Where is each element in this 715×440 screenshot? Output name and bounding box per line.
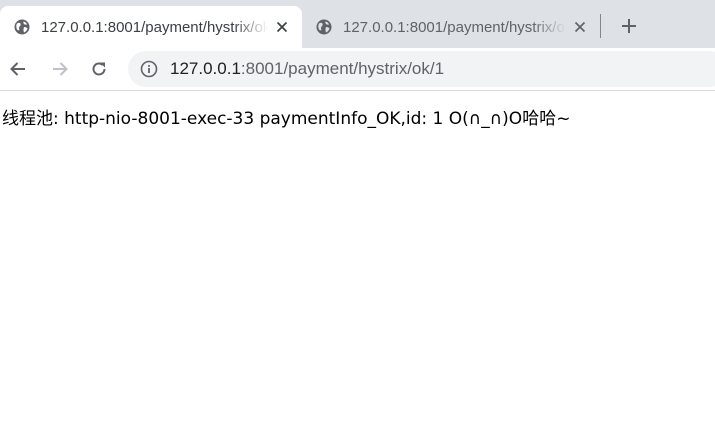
tab-separator	[600, 14, 601, 38]
arrow-left-icon	[10, 62, 25, 76]
tab-title: 127.0.0.1:8001/payment/hystrix/ok/1	[41, 18, 268, 36]
info-icon[interactable]	[140, 60, 158, 78]
reload-button[interactable]	[85, 55, 113, 83]
tab-strip: 127.0.0.1:8001/payment/hystrix/ok/1 127.…	[0, 0, 715, 48]
reload-icon	[92, 62, 106, 76]
tab-active[interactable]: 127.0.0.1:8001/payment/hystrix/ok/1	[0, 6, 302, 48]
globe-icon	[14, 19, 30, 35]
url-path: :8001/payment/hystrix/ok/1	[240, 59, 445, 78]
new-tab-button[interactable]	[615, 12, 643, 40]
browser-toolbar: 127.0.0.1:8001/payment/hystrix/ok/1	[0, 48, 715, 91]
globe-icon	[316, 19, 332, 35]
address-bar[interactable]: 127.0.0.1:8001/payment/hystrix/ok/1	[128, 51, 715, 87]
url-text[interactable]: 127.0.0.1:8001/payment/hystrix/ok/1	[170, 59, 444, 79]
forward-button[interactable]	[46, 55, 74, 83]
tab-title: 127.0.0.1:8001/payment/hystrix/ok/1	[343, 18, 566, 36]
arrow-right-icon	[53, 62, 68, 76]
close-tab-icon[interactable]	[272, 17, 292, 37]
tab-inactive[interactable]: 127.0.0.1:8001/payment/hystrix/ok/1	[302, 6, 600, 48]
plus-icon	[622, 19, 636, 33]
url-host: 127.0.0.1	[170, 59, 241, 78]
back-button[interactable]	[4, 55, 32, 83]
close-tab-icon[interactable]	[570, 17, 590, 37]
page-body-text: 线程池: http-nio-8001-exec-33 paymentInfo_O…	[2, 109, 571, 129]
